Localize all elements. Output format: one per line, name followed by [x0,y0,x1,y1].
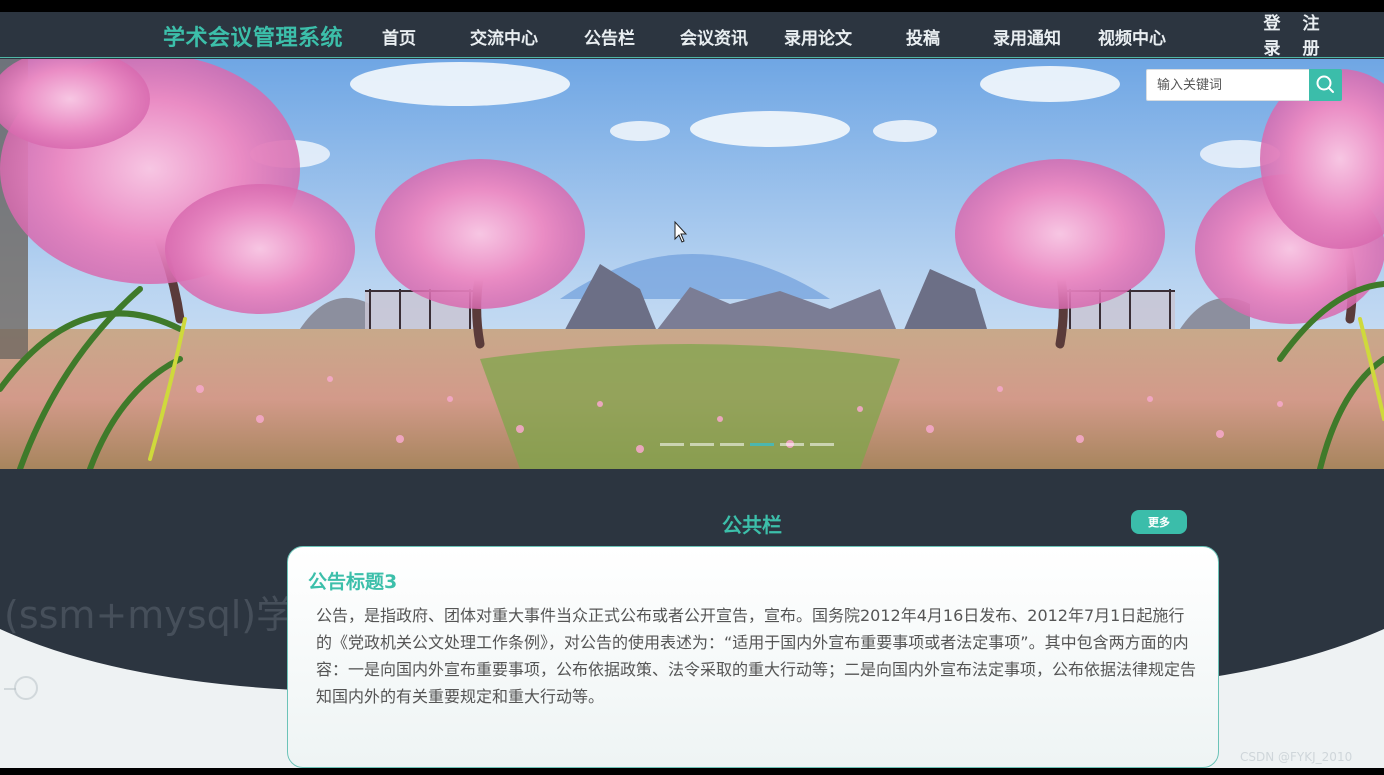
section-title: 公共栏 [722,513,782,537]
carousel-dot[interactable] [810,443,834,446]
brand-title: 学术会议管理系统 [163,26,344,51]
carousel-dot[interactable] [660,443,684,446]
top-navbar: 学术会议管理系统 首页 交流中心 公告栏 会议资讯 录用论文 投稿 录用通知 视… [0,12,1384,59]
login-char-1: 登 [1263,14,1281,34]
register-link[interactable]: 注 册 [1301,12,1321,62]
notice-body: 公告，是指政府、团体对重大事件当众正式公布或者公开宣告，宣布。国务院2012年4… [316,606,1197,706]
decorative-circle [14,676,38,700]
nav-item-home[interactable]: 首页 [382,24,416,49]
nav-item-acceptance[interactable]: 录用通知 [993,24,1061,49]
carousel-dot[interactable] [690,443,714,446]
banner-carousel[interactable] [0,59,1384,469]
carousel-indicators [660,443,834,446]
credit-watermark: CSDN @FYKJ_2010 [1240,750,1353,764]
login-link[interactable]: 登 录 [1262,12,1282,62]
nav-item-papers[interactable]: 录用论文 [784,24,852,49]
register-char-1: 注 [1302,14,1320,34]
nav-item-news[interactable]: 会议资讯 [680,24,748,49]
search-button[interactable] [1309,69,1342,101]
carousel-dot[interactable] [720,443,744,446]
nav-item-video[interactable]: 视频中心 [1098,24,1166,49]
more-button[interactable]: 更多 [1131,510,1187,534]
carousel-dot-active[interactable] [750,443,774,446]
nav-item-exchange[interactable]: 交流中心 [470,24,538,49]
notice-section: (ssm+mysql)学术 公共栏 更多 公告标题3 公告，是指政府、团体对重大… [0,469,1384,768]
nav-item-submit[interactable]: 投稿 [906,24,940,49]
banner-image [0,59,1384,469]
notice-title[interactable]: 公告标题3 [308,567,397,594]
nav-item-notice-board[interactable]: 公告栏 [584,24,635,49]
notice-card[interactable]: 公告标题3 公告，是指政府、团体对重大事件当众正式公布或者公开宣告，宣布。国务院… [287,546,1219,768]
search-input[interactable] [1146,69,1310,101]
watermark-text: (ssm+mysql)学术 [4,593,333,637]
search-icon [1316,75,1334,93]
app-frame: 学术会议管理系统 首页 交流中心 公告栏 会议资讯 录用论文 投稿 录用通知 视… [0,12,1384,768]
carousel-dot[interactable] [780,443,804,446]
